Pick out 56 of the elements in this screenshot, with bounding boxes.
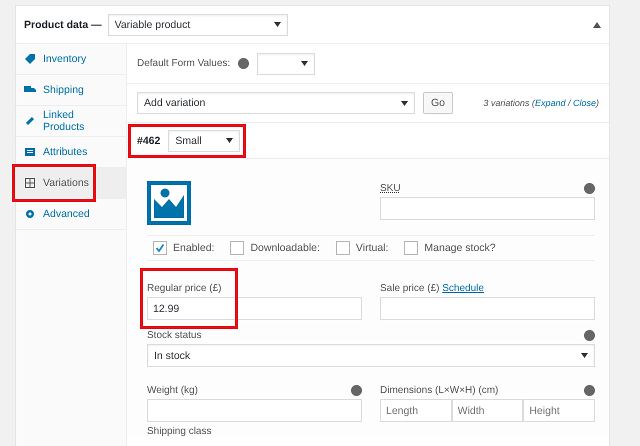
sidebar-tab[interactable]: Inventory [16,44,126,75]
regular-price-label: Regular price (£) [147,283,222,294]
checkbox[interactable] [404,241,418,255]
help-icon [584,330,595,341]
caret-icon [401,100,408,106]
list-icon [24,146,36,158]
default-form-label: Default Form Values: [137,58,230,69]
help-icon [584,183,595,194]
stock-status-label: Stock status [147,330,202,341]
close-link[interactable]: Close [572,98,596,108]
variation-id: #462 [137,134,160,146]
checkbox-label: Virtual: [356,242,388,254]
sidebar-tab[interactable]: Shipping [16,75,126,106]
dimensions-label: Dimensions (L×W×H) (cm) [380,385,498,396]
sale-price-label: Sale price (£) Schedule [380,283,485,294]
grid-icon [24,177,36,189]
schedule-link[interactable]: Schedule [442,283,484,294]
stock-status-select[interactable]: In stock [147,344,595,367]
sidebar-tab[interactable]: Linked Products [16,106,126,137]
default-value-select[interactable] [257,52,316,74]
checkbox[interactable] [336,241,350,255]
tag-icon [24,53,36,65]
product-type-select[interactable]: Variable product [108,14,288,36]
checkbox-label: Enabled: [173,242,214,254]
caret-icon [226,138,234,143]
sku-field[interactable] [380,197,595,220]
caret-icon [301,61,308,66]
checkbox[interactable] [230,241,244,255]
go-button[interactable]: Go [423,92,454,114]
weight-label: Weight (kg) [147,385,198,396]
help-icon [584,385,595,396]
sale-price-field[interactable] [380,297,595,320]
checkbox[interactable] [153,241,167,255]
dimension-field[interactable]: Length [380,399,452,422]
sidebar-tab[interactable]: Advanced [16,199,126,230]
variation-option-select[interactable]: Small [168,130,240,152]
collapse-toggle-icon[interactable] [593,22,601,28]
help-icon [351,385,362,396]
settings-icon [24,208,36,220]
dimension-field[interactable]: Height [523,399,596,422]
caret-icon [581,353,588,358]
dimension-field[interactable]: Width [452,399,524,422]
bulk-action-select[interactable]: Add variation [137,92,415,114]
regular-price-field[interactable]: 12.99 [147,297,362,320]
help-icon [238,58,250,69]
expand-link[interactable]: Expand [534,98,566,108]
weight-field[interactable] [147,399,362,422]
shipping-class-label: Shipping class [147,426,212,437]
image-placeholder-icon[interactable] [147,181,191,225]
variations-count: 3 variations (Expand / Close) [483,98,599,108]
link-icon [24,115,36,127]
sku-label: SKU [380,183,401,194]
caret-icon [274,22,281,27]
panel-title: Product data — [24,18,102,30]
checkbox-label: Manage stock? [424,242,496,254]
checkbox-label: Downloadable: [250,242,320,254]
